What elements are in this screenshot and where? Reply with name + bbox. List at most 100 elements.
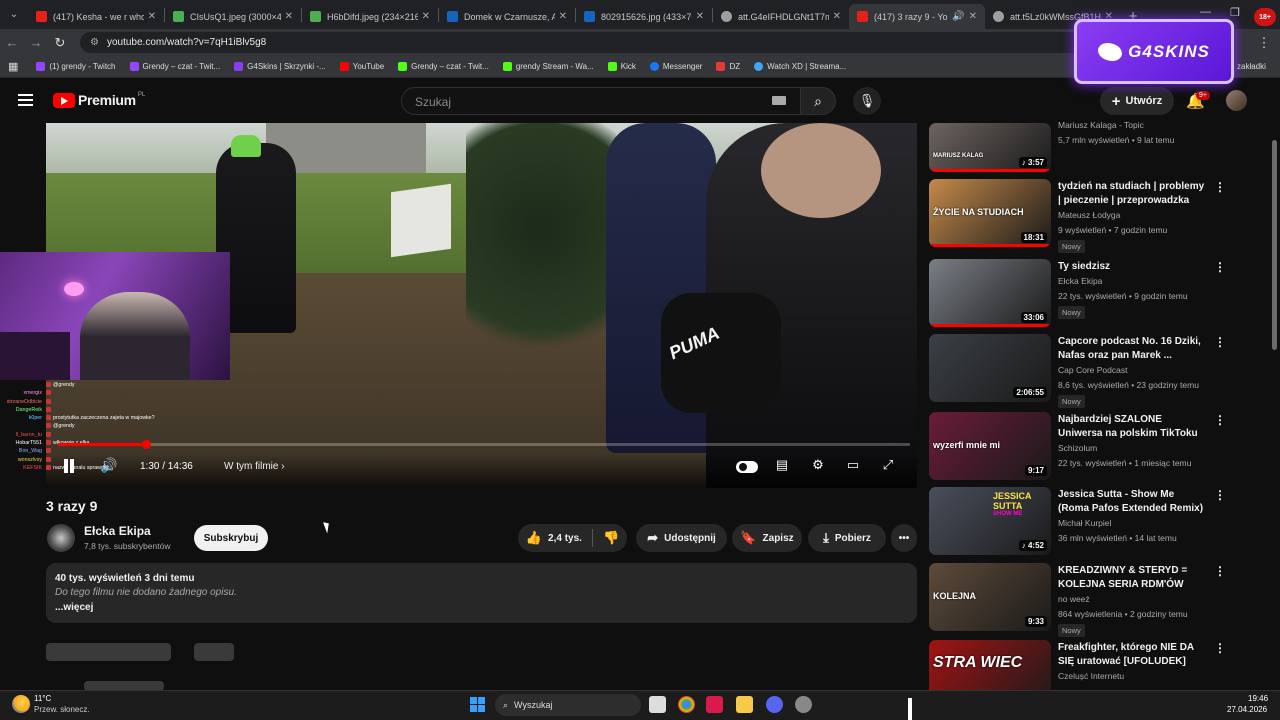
close-tab-icon[interactable]: ✕ [148, 11, 156, 22]
video-menu-dots-icon[interactable]: ⋮ [1214, 335, 1226, 349]
bookmark[interactable]: Grendy – czat - Twit... [129, 62, 220, 71]
show-more-link[interactable]: ...więcej [55, 602, 908, 613]
page-scrollbar[interactable] [1272, 140, 1277, 350]
browser-tab-active[interactable]: (417) 3 razy 9 - YouTu 🔊 ✕ [849, 4, 985, 29]
app-icon[interactable] [706, 696, 723, 713]
settings-gear-icon[interactable]: ⚙ [808, 456, 828, 474]
progress-scrubber[interactable] [141, 440, 151, 449]
video-menu-dots-icon[interactable]: ⋮ [1214, 260, 1226, 274]
taskbar-search-input[interactable]: ⌕ Wyszukaj [495, 694, 641, 716]
video-menu-dots-icon[interactable]: ⋮ [1214, 488, 1226, 502]
recommended-channel-name[interactable]: Schizolum [1058, 443, 1097, 453]
keyboard-icon[interactable] [772, 96, 786, 105]
video-thumbnail[interactable]: 33:06 [929, 259, 1051, 327]
browser-tab[interactable]: H6bDifd.jpeg (234×216) ✕ [302, 4, 438, 29]
windows-start-icon[interactable] [470, 697, 485, 712]
recommended-channel-name[interactable]: Ełcka Ekipa [1058, 276, 1102, 286]
recommended-video-title[interactable]: Freakfighter, którego NIE DA SIĘ uratowa… [1058, 641, 1208, 669]
site-info-icon[interactable]: ⚙ [90, 37, 99, 48]
pause-icon[interactable] [62, 459, 76, 473]
steam-icon[interactable] [795, 696, 812, 713]
channel-avatar[interactable] [47, 524, 75, 552]
bookmark[interactable]: YouTube [339, 62, 384, 71]
restore-icon[interactable]: ❐ [1230, 6, 1240, 19]
save-button[interactable]: 🔖 Zapisz [732, 524, 802, 552]
recommended-video-title[interactable]: Capcore podcast No. 16 Dziki, Nafas oraz… [1058, 335, 1208, 363]
close-tab-icon[interactable]: ✕ [696, 11, 704, 22]
autoplay-toggle[interactable] [736, 461, 758, 473]
minimize-icon[interactable]: — [1200, 6, 1211, 18]
discord-icon[interactable] [766, 696, 783, 713]
recommended-channel-name[interactable]: Cap Core Podcast [1058, 365, 1127, 375]
recommended-channel-name[interactable]: Czelușć Internetu [1058, 671, 1124, 681]
bookmark[interactable]: (1) grendy - Twitch [36, 62, 116, 71]
clock-date[interactable]: 27.04.2026 [1227, 705, 1267, 714]
recommended-channel-name[interactable]: Mateusz Łodyga [1058, 210, 1120, 220]
search-input[interactable]: Szukaj [401, 87, 801, 115]
reload-icon[interactable]: ↻ [48, 35, 72, 51]
video-thumbnail[interactable]: ŻYCIE NA STUDIACH 18:31 [929, 179, 1051, 247]
video-thumbnail[interactable]: KOLEJNA 9:33 [929, 563, 1051, 631]
create-button[interactable]: + Utwórz [1100, 87, 1174, 115]
thumbs-up-icon[interactable]: 👍 [526, 530, 542, 546]
weather-sun-icon[interactable] [12, 695, 30, 713]
video-menu-dots-icon[interactable]: ⋮ [1214, 180, 1226, 194]
video-thumbnail[interactable]: 2:06:55 [929, 334, 1051, 402]
share-button[interactable]: ➦ Udostępnij [636, 524, 727, 552]
chapters-button[interactable]: W tym filmie › [224, 461, 285, 472]
url-field[interactable]: ⚙ youtube.com/watch?v=7qH1iBlv5g8 [80, 32, 1210, 53]
volume-icon[interactable]: 🔊 [100, 457, 117, 474]
speaker-icon[interactable]: 🔊 [952, 11, 964, 22]
like-count[interactable]: 2,4 tys. [548, 533, 582, 544]
browser-tab[interactable]: (417) Kesha - we r who we ✕ [28, 4, 164, 29]
browser-menu-icon[interactable]: ⋮ [1252, 35, 1276, 51]
clock-time[interactable]: 19:46 [1248, 694, 1268, 703]
back-icon[interactable]: ← [0, 35, 24, 50]
search-button[interactable]: ⌕ [800, 87, 836, 115]
bookmark[interactable]: Watch XD | Streama... [754, 62, 846, 71]
account-avatar[interactable] [1226, 90, 1247, 111]
video-menu-dots-icon[interactable]: ⋮ [1214, 641, 1226, 655]
close-tab-icon[interactable]: ✕ [422, 11, 430, 22]
bookmark[interactable]: Kick [607, 62, 636, 71]
forward-icon[interactable]: → [24, 35, 48, 50]
chrome-icon[interactable] [678, 696, 695, 713]
youtube-premium-logo[interactable]: Premium PL [53, 92, 145, 108]
video-thumbnail[interactable]: wyzerfi mnie mi 9:17 [929, 412, 1051, 480]
recommended-video-title[interactable]: KREADZIWNY & STERYD = KOLEJNA SERIA RDM'… [1058, 564, 1208, 592]
file-explorer-icon[interactable] [736, 696, 753, 713]
more-actions-button[interactable]: ••• [891, 524, 917, 552]
bookmark[interactable]: G4Skins | Skrzynki -... [234, 62, 326, 71]
subtitles-icon[interactable]: ▤ [772, 456, 792, 474]
recommended-channel-name[interactable]: Mariusz Kalaga - Topic [1058, 120, 1144, 130]
bookmark[interactable]: Messenger [649, 62, 702, 71]
browser-tab[interactable]: Domek w Czarnusze, Aug ✕ [439, 4, 575, 29]
video-menu-dots-icon[interactable]: ⋮ [1214, 413, 1226, 427]
recommended-video-title[interactable]: Ty siedzisz [1058, 260, 1208, 274]
close-tab-icon[interactable]: ✕ [559, 11, 567, 22]
fullscreen-icon[interactable]: ⤢ [878, 456, 898, 474]
video-progress-bar[interactable] [58, 440, 910, 449]
bookmark[interactable]: DZ [716, 62, 740, 71]
close-tab-icon[interactable]: ✕ [833, 11, 841, 22]
theater-mode-icon[interactable]: ▭ [843, 456, 863, 474]
apps-icon[interactable]: ▦ [8, 60, 18, 73]
browser-tab[interactable]: 802915626.jpg (433×768) ✕ [576, 4, 712, 29]
video-thumbnail[interactable]: MARIUSZ KALAG ♪ 3:57 [929, 123, 1051, 172]
voice-search-button[interactable]: 🎙 [853, 87, 881, 115]
recommended-video-title[interactable]: tydzień na studiach | problemy | pieczen… [1058, 180, 1208, 208]
bookmark[interactable]: grendy Stream - Wa... [502, 62, 594, 71]
channel-name[interactable]: Ełcka Ekipa [84, 524, 151, 538]
weather-temperature[interactable]: 11°C [34, 694, 51, 703]
download-button[interactable]: ⤓ Pobierz [808, 524, 886, 552]
task-view-icon[interactable] [649, 696, 666, 713]
all-bookmarks-link[interactable]: zakładki [1237, 62, 1266, 71]
browser-tab[interactable]: CIsUsQ1.jpeg (3000×4000) ✕ [165, 4, 301, 29]
thumbs-down-icon[interactable]: 👎 [603, 530, 619, 546]
close-tab-icon[interactable]: ✕ [969, 11, 977, 22]
recommended-channel-name[interactable]: Michał Kurpiel [1058, 518, 1111, 528]
weather-description[interactable]: Przew. słonecz. [34, 705, 90, 714]
subscribe-button[interactable]: Subskrybuj [194, 525, 268, 551]
bookmark[interactable]: Grendy – czat - Twit... [398, 62, 489, 71]
browser-tab[interactable]: att.G4eIFHDLGNt1T7mvL ✕ [713, 4, 849, 29]
